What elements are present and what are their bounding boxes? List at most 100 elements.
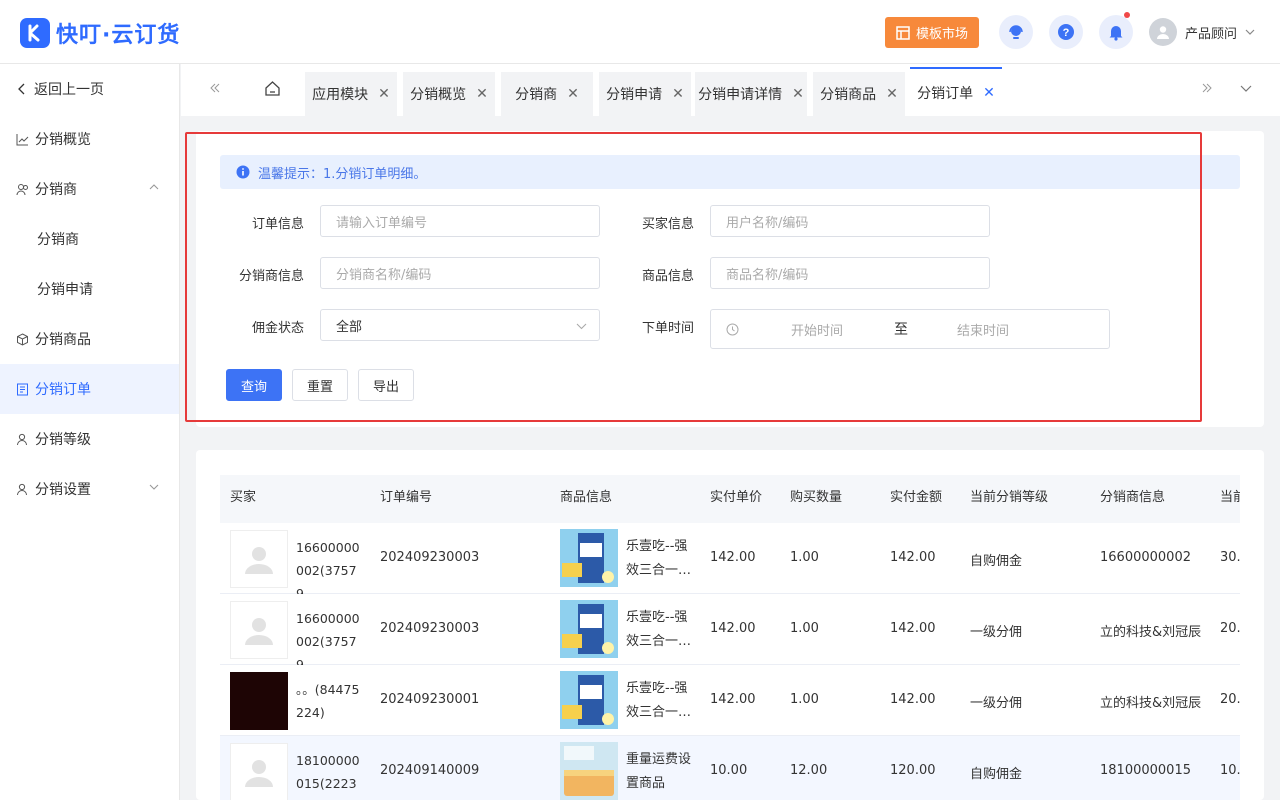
logo-icon bbox=[20, 18, 50, 48]
user-level-icon bbox=[17, 433, 27, 445]
tab-app-modules[interactable]: 应用模块 ✕ bbox=[305, 72, 397, 116]
brand-logo[interactable]: 快叮·云订货 bbox=[20, 17, 180, 49]
product-name: 乐壹吃--强效三合一… bbox=[626, 610, 692, 649]
tab-label: 分销概览 bbox=[410, 87, 467, 103]
home-icon[interactable] bbox=[264, 80, 281, 101]
close-icon[interactable]: ✕ bbox=[886, 86, 898, 102]
tab-label: 分销申请详情 bbox=[698, 87, 783, 103]
notification-bell-icon[interactable] bbox=[1099, 12, 1133, 49]
sidebar-item-overview[interactable]: 分销概览 bbox=[0, 114, 179, 164]
notification-dot bbox=[1124, 12, 1130, 18]
unit-price: 10.00 bbox=[710, 763, 748, 778]
table-row[interactable]: 18100000015(22231… 202409140009 重量运费设置商品… bbox=[220, 736, 1240, 800]
sidebar-item-orders[interactable]: 分销订单 bbox=[0, 364, 179, 414]
back-button[interactable]: 返回上一页 bbox=[0, 64, 179, 114]
buyer-name: 18100000015(22231… bbox=[296, 753, 360, 800]
sidebar-item-distributor[interactable]: 分销商 bbox=[0, 214, 179, 264]
column-header: 实付单价 bbox=[710, 490, 763, 505]
orders-table: 买家 订单编号 商品信息 实付单价 购买数量 实付金额 当前分销等级 分销商信息… bbox=[220, 475, 1240, 800]
tab-label: 分销订单 bbox=[917, 85, 974, 102]
close-icon[interactable]: ✕ bbox=[983, 85, 995, 101]
tab-overview[interactable]: 分销概览 ✕ bbox=[403, 72, 495, 116]
sidebar-item-application[interactable]: 分销申请 bbox=[0, 264, 179, 314]
product-name: 乐壹吃--强效三合一… bbox=[626, 681, 692, 720]
tab-application[interactable]: 分销申请 ✕ bbox=[599, 72, 691, 116]
table-header: 买家 订单编号 商品信息 实付单价 购买数量 实付金额 当前分销等级 分销商信息… bbox=[220, 475, 1240, 523]
distributor-info: 立的科技&刘冠辰 bbox=[1100, 625, 1202, 640]
distribution-level: 自购佣金 bbox=[970, 767, 1023, 782]
close-icon[interactable]: ✕ bbox=[672, 86, 684, 102]
tabs-scroll-right-icon[interactable] bbox=[1201, 82, 1213, 98]
sidebar-item-levels[interactable]: 分销等级 bbox=[0, 414, 179, 464]
help-icon[interactable]: ? bbox=[1049, 15, 1083, 49]
amount: 142.00 bbox=[890, 550, 936, 565]
column-header: 当前分销等级 bbox=[970, 490, 1049, 505]
current-value: 10.0 bbox=[1220, 763, 1240, 778]
table-row[interactable]: 。。(84475224) 202409230001 乐壹吃--强效三合一… 14… bbox=[220, 665, 1240, 736]
chart-icon bbox=[16, 133, 29, 145]
chevron-down-icon bbox=[149, 484, 159, 490]
sidebar-item-label: 分销设置 bbox=[35, 482, 91, 498]
tab-orders[interactable]: 分销订单 ✕ bbox=[910, 67, 1002, 116]
column-header: 购买数量 bbox=[790, 490, 843, 505]
buyer-name: 。。(84475224) bbox=[296, 682, 360, 720]
product-name: 重量运费设置商品 bbox=[626, 752, 692, 791]
order-number: 202409230003 bbox=[380, 550, 480, 565]
column-header: 买家 bbox=[230, 490, 257, 505]
product-image bbox=[560, 671, 618, 729]
sidebar-item-settings[interactable]: 分销设置 bbox=[0, 464, 179, 514]
distribution-level: 一级分佣 bbox=[970, 625, 1023, 640]
close-icon[interactable]: ✕ bbox=[378, 86, 390, 102]
close-icon[interactable]: ✕ bbox=[476, 86, 488, 102]
current-value: 30.0 bbox=[1220, 550, 1240, 565]
tabs-scroll-left-icon[interactable] bbox=[209, 82, 221, 98]
sidebar-item-label: 分销申请 bbox=[37, 282, 93, 298]
close-icon[interactable]: ✕ bbox=[792, 86, 804, 102]
unit-price: 142.00 bbox=[710, 550, 756, 565]
order-number: 202409140009 bbox=[380, 763, 480, 778]
column-header: 实付金额 bbox=[890, 490, 943, 505]
column-header: 当前 bbox=[1220, 490, 1240, 505]
column-header: 订单编号 bbox=[380, 490, 433, 505]
sidebar-item-label: 分销订单 bbox=[35, 382, 91, 398]
tab-label: 分销商品 bbox=[820, 87, 877, 103]
distribution-level: 自购佣金 bbox=[970, 554, 1023, 569]
table-row[interactable]: 16600000002(37579… 202409230003 乐壹吃--强效三… bbox=[220, 523, 1240, 601]
product-image bbox=[560, 600, 618, 658]
current-value: 20.0 bbox=[1220, 621, 1240, 636]
tab-products[interactable]: 分销商品 ✕ bbox=[813, 72, 905, 116]
template-market-label: 模板市场 bbox=[915, 27, 968, 42]
svg-text:?: ? bbox=[1063, 27, 1070, 39]
buyer-avatar bbox=[230, 530, 288, 588]
tab-application-detail[interactable]: 分销申请详情 ✕ bbox=[695, 72, 807, 116]
tab-distributor[interactable]: 分销商 ✕ bbox=[501, 72, 593, 116]
distributor-info: 18100000015 bbox=[1100, 763, 1191, 778]
buyer-avatar bbox=[230, 743, 288, 800]
highlight-box bbox=[185, 132, 1202, 422]
box-icon bbox=[17, 332, 28, 346]
user-menu[interactable]: 产品顾问 bbox=[1149, 18, 1255, 46]
template-market-button[interactable]: 模板市场 bbox=[885, 17, 979, 48]
tabs-menu-chevron-down-icon[interactable] bbox=[1240, 82, 1252, 98]
buyer-avatar bbox=[230, 672, 288, 730]
amount: 142.00 bbox=[890, 692, 936, 707]
close-icon[interactable]: ✕ bbox=[567, 86, 579, 102]
table-row[interactable]: 16600000002(37579… 202409230003 乐壹吃--强效三… bbox=[220, 594, 1240, 672]
sidebar-item-distributor-group[interactable]: 分销商 bbox=[0, 164, 179, 214]
quantity: 1.00 bbox=[790, 550, 819, 565]
amount: 142.00 bbox=[890, 621, 936, 636]
distributor-info: 16600000002 bbox=[1100, 550, 1191, 565]
user-name: 产品顾问 bbox=[1185, 26, 1238, 42]
table-card: 买家 订单编号 商品信息 实付单价 购买数量 实付金额 当前分销等级 分销商信息… bbox=[196, 450, 1264, 800]
template-icon bbox=[896, 25, 910, 40]
sidebar-item-products[interactable]: 分销商品 bbox=[0, 314, 179, 364]
product-name: 乐壹吃--强效三合一… bbox=[626, 539, 692, 578]
top-header: 快叮·云订货 模板市场 ? 产品顾问 bbox=[0, 0, 1280, 64]
sidebar-item-label: 分销商品 bbox=[35, 332, 91, 348]
buyer-avatar bbox=[230, 601, 288, 659]
users-icon bbox=[16, 183, 28, 195]
brand-name: 快叮·云订货 bbox=[56, 23, 181, 48]
tab-bar: 应用模块 ✕ 分销概览 ✕ 分销商 ✕ 分销申请 ✕ 分销申请详情 ✕ 分销商品 ✕ 分销订… bbox=[181, 64, 1280, 116]
customer-service-icon[interactable] bbox=[999, 15, 1033, 49]
sidebar-item-label: 分销商 bbox=[37, 232, 79, 248]
